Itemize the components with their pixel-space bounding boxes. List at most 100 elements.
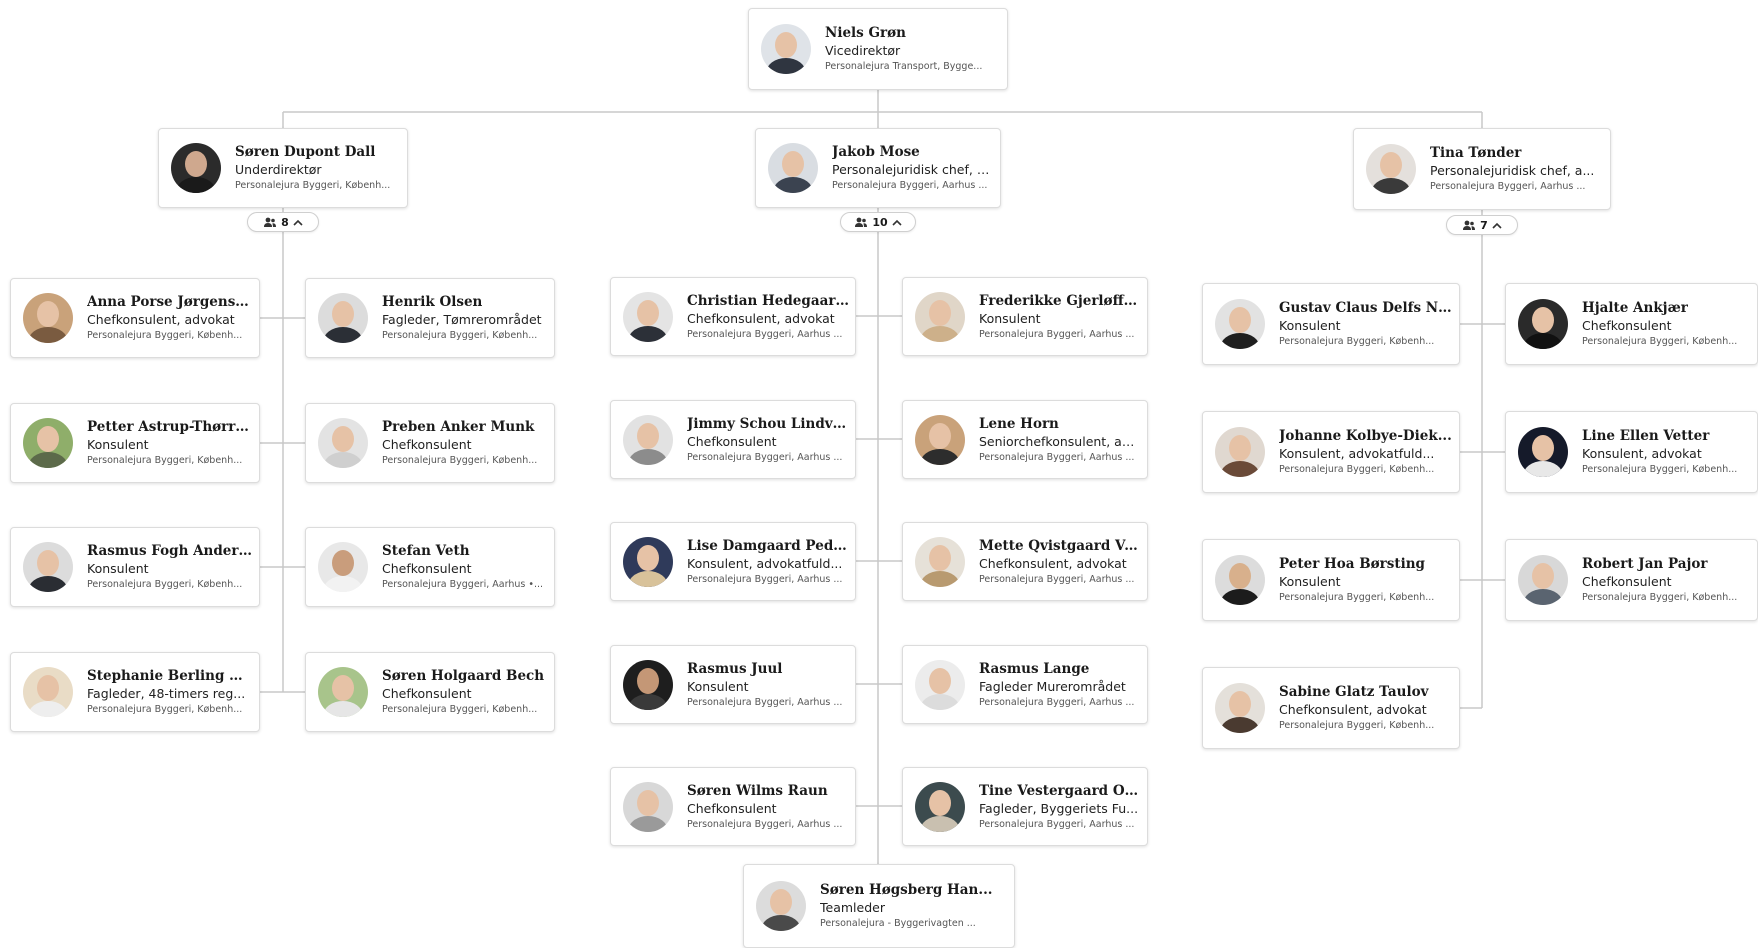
- person-card-jakob-mose[interactable]: Jakob Mose Personalejuridisk chef, a... …: [755, 128, 1001, 208]
- person-department: Personalejura Byggeri, Københ...: [87, 330, 243, 341]
- avatar: [915, 659, 965, 710]
- person-name: Peter Hoa Børsting: [1279, 556, 1425, 572]
- avatar: [1215, 427, 1265, 477]
- person-name: Hjalte Ankjær: [1582, 300, 1688, 316]
- person-department: Personalejura Byggeri, Aarhus ...: [979, 328, 1135, 340]
- person-name: Lise Damgaard Peder...: [687, 537, 849, 554]
- person-title: Seniorchefkonsulent, ad...: [979, 433, 1141, 449]
- person-name: Robert Jan Pajor: [1582, 556, 1708, 572]
- people-icon: [264, 217, 277, 227]
- person-card[interactable]: Robert Jan Pajor Chefkonsulent Personaleju…: [1505, 539, 1758, 621]
- person-card[interactable]: Gustav Claus Delfs Ni... Konsulent Persona…: [1202, 283, 1460, 365]
- person-department: Personalejura Byggeri, Københ...: [87, 579, 243, 590]
- person-name: Jimmy Schou Lindvald: [687, 415, 849, 432]
- person-department: Personalejura Byggeri, Københ...: [1582, 336, 1738, 347]
- avatar: [23, 542, 73, 592]
- chevron-up-icon: [293, 219, 303, 226]
- chevron-up-icon: [1492, 222, 1502, 229]
- team-count: 7: [1480, 218, 1488, 232]
- person-name: Tine Vestergaard Ole...: [979, 782, 1141, 799]
- person-name: Christian Hedegaard ...: [687, 292, 849, 309]
- avatar: [1518, 427, 1568, 477]
- person-department: Personalejura Byggeri, Københ...: [1279, 336, 1435, 347]
- person-name: Lene Horn: [979, 415, 1059, 432]
- person-name: Rasmus Lange: [979, 660, 1090, 677]
- person-title: Konsulent, advokatfuld...: [1279, 446, 1435, 461]
- person-card[interactable]: Christian Hedegaard ... Chefkonsulent, ad…: [610, 277, 856, 356]
- person-name: Søren Dupont Dall: [235, 144, 376, 160]
- person-title: Underdirektør: [235, 162, 322, 177]
- person-card[interactable]: Line Ellen Vetter Konsulent, advokat Perso…: [1505, 411, 1758, 493]
- person-card[interactable]: Peter Hoa Børsting Konsulent Personalejura…: [1202, 539, 1460, 621]
- person-card-soren-dupont-dall[interactable]: Søren Dupont Dall Underdirektør Personal…: [158, 128, 408, 208]
- team-count: 8: [281, 215, 289, 229]
- person-title: Chefkonsulent: [687, 800, 777, 816]
- person-name: Johanne Kolbye-Diek...: [1279, 428, 1452, 444]
- avatar: [915, 536, 965, 587]
- person-title: Konsulent: [1279, 318, 1341, 333]
- team-count: 10: [872, 215, 888, 229]
- person-name: Rasmus Juul: [687, 660, 783, 677]
- person-department: Personalejura Byggeri, Aarhus ...: [979, 451, 1135, 463]
- person-card[interactable]: Søren Wilms Raun Chefkonsulent Personaleju…: [610, 767, 856, 846]
- person-department: Personalejura Byggeri, Københ...: [382, 455, 538, 466]
- person-card[interactable]: Søren Høgsberg Han... Teamleder Personalej…: [743, 864, 1015, 948]
- person-card[interactable]: Tine Vestergaard Ole... Fagleder, Byggeri…: [902, 767, 1148, 846]
- person-card[interactable]: Henrik Olsen Fagleder, Tømrerområdet Perso…: [305, 278, 555, 358]
- person-card-tina-tonder[interactable]: Tina Tønder Personalejuridisk chef, a...…: [1353, 128, 1611, 210]
- person-card-niels-gron[interactable]: Niels Grøn Vicedirektør Personalejura Tr…: [748, 8, 1008, 90]
- person-department: Personalejura Byggeri, Aarhus •...: [382, 579, 543, 590]
- person-card[interactable]: Rasmus Lange Fagleder Murerområdet Persona…: [902, 645, 1148, 724]
- person-card[interactable]: Rasmus Juul Konsulent Personalejura Bygger…: [610, 645, 856, 724]
- person-department: Personalejura Byggeri, Københ...: [235, 180, 391, 191]
- avatar: [318, 418, 368, 468]
- team-toggle-tina-tonder[interactable]: 7: [1446, 215, 1518, 235]
- person-name: Niels Grøn: [825, 25, 906, 41]
- person-name: Mette Qvistgaard Væ...: [979, 537, 1141, 554]
- person-department: Personalejura Byggeri, Aarhus ...: [832, 180, 988, 191]
- person-card[interactable]: Lene Horn Seniorchefkonsulent, ad... Perso…: [902, 400, 1148, 479]
- team-toggle-jakob-mose[interactable]: 10: [840, 212, 916, 232]
- person-title: Chefkonsulent, advokat: [687, 310, 835, 326]
- person-card[interactable]: Hjalte Ankjær Chefkonsulent Personalejura …: [1505, 283, 1758, 365]
- person-department: Personalejura Byggeri, Københ...: [87, 455, 243, 466]
- person-card[interactable]: Preben Anker Munk Chefkonsulent Personalej…: [305, 403, 555, 483]
- person-name: Henrik Olsen: [382, 294, 483, 310]
- avatar: [23, 293, 73, 343]
- avatar: [1518, 299, 1568, 349]
- person-department: Personalejura Byggeri, Københ...: [382, 330, 538, 341]
- team-toggle-soren-dupont-dall[interactable]: 8: [247, 212, 319, 232]
- person-card[interactable]: Lise Damgaard Peder... Konsulent, advokat…: [610, 522, 856, 601]
- person-card[interactable]: Anna Porse Jørgensen Chefkonsulent, advok…: [10, 278, 260, 358]
- person-card[interactable]: Jimmy Schou Lindvald Chefkonsulent Persona…: [610, 400, 856, 479]
- person-card[interactable]: Petter Astrup-Thørri... Konsulent Personal…: [10, 403, 260, 483]
- person-card[interactable]: Johanne Kolbye-Diek... Konsulent, advokat…: [1202, 411, 1460, 493]
- avatar: [756, 881, 806, 931]
- person-title: Chefkonsulent, advokat: [1279, 702, 1427, 717]
- person-name: Frederikke Gjerløff ...: [979, 292, 1141, 309]
- person-title: Fagleder, Tømrerområdet: [382, 312, 542, 327]
- avatar: [23, 418, 73, 468]
- avatar: [23, 667, 73, 717]
- person-title: Chefkonsulent, advokat: [87, 312, 235, 327]
- person-card[interactable]: Rasmus Fogh Anders... Konsulent Personalej…: [10, 527, 260, 607]
- person-title: Fagleder, 48-timers reg...: [87, 686, 246, 701]
- avatar: [1215, 555, 1265, 605]
- person-card[interactable]: Sabine Glatz Taulov Chefkonsulent, advoka…: [1202, 667, 1460, 749]
- person-title: Konsulent, advokat: [1582, 446, 1702, 461]
- person-card[interactable]: Stephanie Berling Da... Fagleder, 48-time…: [10, 652, 260, 732]
- person-department: Personalejura Byggeri, Københ...: [1279, 464, 1435, 475]
- person-card[interactable]: Søren Holgaard Bech Chefkonsulent Personal…: [305, 652, 555, 732]
- avatar: [915, 781, 965, 832]
- person-department: Personalejura Byggeri, Aarhus ...: [687, 696, 843, 708]
- person-title: Konsulent, advokatfuld...: [687, 555, 843, 571]
- person-card[interactable]: Stefan Veth Chefkonsulent Personalejura By…: [305, 527, 555, 607]
- person-department: Personalejura Byggeri, Aarhus ...: [979, 818, 1135, 830]
- person-card[interactable]: Frederikke Gjerløff ... Konsulent Personal…: [902, 277, 1148, 356]
- person-card[interactable]: Mette Qvistgaard Væ... Chefkonsulent, adv…: [902, 522, 1148, 601]
- person-name: Søren Wilms Raun: [687, 782, 828, 799]
- person-name: Stefan Veth: [382, 543, 470, 559]
- avatar: [318, 293, 368, 343]
- avatar: [623, 291, 673, 342]
- avatar: [171, 143, 221, 193]
